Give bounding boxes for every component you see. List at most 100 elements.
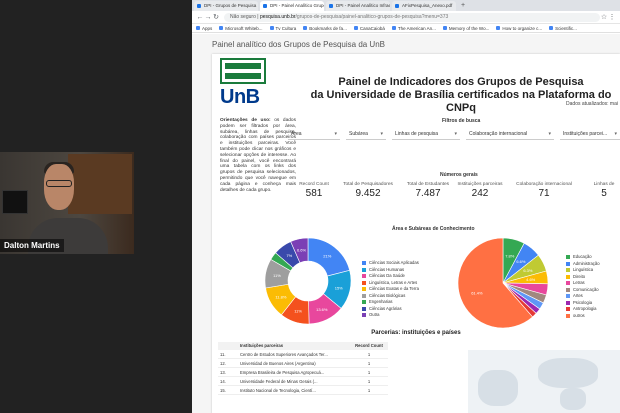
metric-card: Total de Estudantes 7.487 [398, 182, 458, 199]
area-donut-chart[interactable]: 21% 15% 13.6% 11% 11.8% 11% 7% 6.6% [256, 236, 360, 326]
dashboard-title: Painel de Indicadores dos Grupos de Pesq… [302, 76, 620, 115]
areas-title: Área e Subáreas de Conhecimento [392, 226, 475, 232]
table-cell: 15. [220, 388, 226, 393]
browser-tab-label: DPI - Painel Analítico Infraestr... [336, 3, 390, 8]
browser-tab[interactable]: DPI - Painel Analítico Grupos ... [260, 1, 324, 11]
table-row[interactable]: 13. Empresa Brasileira de Pesquisa Agrope… [218, 368, 388, 377]
metric-value: 7.487 [415, 188, 441, 199]
bookmark-item[interactable]: Bookmarks de fa... [303, 26, 347, 31]
column-header[interactable]: Record Count [350, 342, 388, 350]
legend-swatch [566, 307, 570, 312]
table-row[interactable]: 12. Universidad de Buenos Aires (Argentin… [218, 359, 388, 368]
metric-value: 242 [471, 188, 489, 199]
table-row[interactable]: 14. Universidade Federal de Minas Gerais … [218, 377, 388, 386]
browser-tab[interactable]: AFixPesquisa_Anexo.pdf [392, 1, 456, 11]
table-row[interactable]: 15. Instituto Nacional de Tecnologia, Cie… [218, 386, 388, 395]
slice-label: 6.6% [516, 259, 526, 264]
subarea-pie-chart[interactable]: 7.8%6.6% 6.3% 4.6% 61.4% [448, 236, 558, 330]
person-head [44, 164, 74, 210]
column-header[interactable] [218, 342, 240, 350]
bookmark-item[interactable]: Scientific... [549, 26, 577, 31]
favicon-icon [263, 4, 267, 8]
bookmark-item[interactable]: Memory of the Wo... [442, 26, 489, 31]
legend-swatch [566, 268, 570, 273]
bookmark-item[interactable]: CanaCaiobá [353, 26, 385, 31]
metric-card: Instituições parceiras 242 [450, 182, 510, 199]
filters-title: Filtros de busca [442, 118, 481, 124]
slice-label: 7.8% [505, 253, 515, 258]
slice-label: 11% [273, 273, 281, 278]
bookmark-item[interactable]: The American An... [391, 26, 436, 31]
page-content: Painel analítico dos Grupos de Pesquisa … [192, 34, 620, 413]
table-cell: 1 [367, 379, 371, 384]
filter-dropdown[interactable]: Subárea ▾ [346, 128, 386, 140]
slice-label: 11% [294, 308, 302, 313]
url-path: /grupos-de-pesquisa/painel-analitico-gru… [295, 13, 449, 20]
filter-dropdown[interactable]: Linhas de pesquisa ▾ [392, 128, 460, 140]
legend-swatch [566, 261, 570, 266]
legend-item[interactable]: outros [566, 313, 600, 320]
legend-item[interactable]: Outra [362, 312, 419, 319]
browser-tab[interactable]: DPI - Painel Analítico Infraestr... [326, 1, 390, 11]
bookmark-label: Scientific... [555, 25, 577, 31]
bookmark-item[interactable]: Microsoft Whiteb... [219, 26, 263, 31]
filter-label: Área [291, 131, 302, 137]
chevron-down-icon: ▾ [454, 131, 457, 137]
security-status: Não seguro [230, 13, 256, 20]
legend-swatch [362, 293, 366, 298]
bookshelf [68, 154, 132, 214]
bookmark-item[interactable]: Apps [196, 26, 212, 31]
bookmark-icon [303, 26, 308, 30]
column-header[interactable]: Instituições parceiras [240, 342, 350, 350]
chevron-down-icon: ▾ [334, 131, 337, 137]
metrics-title: Números gerais [440, 172, 478, 178]
metric-label: Linhas de [593, 182, 615, 187]
bookmark-icon [549, 26, 554, 30]
filter-dropdown[interactable]: Área ▾ [288, 128, 340, 140]
browser-tab[interactable]: DPI - Grupos de Pesquisa [194, 1, 258, 11]
bookmark-icon [196, 26, 200, 30]
dashboard-report: UnB Orientações de uso: os dados podem s… [212, 54, 620, 413]
unb-logo: UnB [220, 58, 266, 114]
menu-icon[interactable]: ⋮ [608, 13, 616, 21]
table-cell: 13. [220, 370, 226, 375]
forward-icon[interactable]: → [204, 14, 212, 21]
map-landmass [478, 370, 518, 406]
new-tab-button[interactable]: + [458, 1, 465, 11]
slice-label: 61.4% [471, 290, 483, 295]
filter-label: Linhas de pesquisa [395, 131, 439, 137]
filter-dropdown[interactable]: Colaboração internacional ▾ [466, 128, 554, 140]
back-icon[interactable]: ← [196, 14, 204, 21]
reload-icon[interactable]: ↻ [212, 13, 220, 21]
chevron-down-icon: ▾ [380, 131, 383, 137]
table-cell: 11. [220, 352, 226, 357]
bookmark-icon [269, 26, 274, 30]
bookmark-item[interactable]: How to organize c... [496, 26, 542, 31]
star-icon[interactable]: ☆ [600, 13, 608, 21]
legend-swatch [566, 313, 570, 318]
favicon-icon [395, 4, 399, 8]
table-row[interactable]: 11. Centro de Estudos Superiores Avançado… [218, 350, 388, 359]
url-field[interactable]: Não seguro | pesquisa.unb.br/grupos-de-p… [224, 12, 600, 22]
map-landmass [560, 388, 586, 410]
bookmark-item[interactable]: Tv Cultura [269, 26, 296, 31]
dashboard-title-line1: Painel de Indicadores dos Grupos de Pesq… [338, 76, 584, 88]
table-cell: Empresa Brasileira de Pesquisa Agropecuá… [240, 370, 325, 375]
metric-value: 9.452 [355, 188, 381, 199]
filter-dropdown[interactable]: Instituições parcei... ▾ [560, 128, 620, 140]
legend-swatch [566, 274, 570, 279]
countries-map[interactable] [468, 350, 620, 413]
background-monitor [2, 190, 28, 214]
browser-tab-label: DPI - Grupos de Pesquisa [204, 3, 257, 8]
chevron-down-icon: ▾ [548, 131, 551, 137]
metric-label: Instituições parceiras [457, 182, 503, 187]
metric-card: Total de Pesquisadores 9.452 [338, 182, 398, 199]
favicon-icon [197, 4, 201, 8]
participant-name: Dalton Martins [0, 239, 64, 252]
url-host: pesquisa.unb.br [259, 13, 296, 20]
table-cell: 12. [220, 361, 226, 366]
legend-swatch [362, 261, 366, 266]
metric-label: Total de Estudantes [406, 182, 450, 187]
metric-card: Colaboração internacional 71 [514, 182, 574, 199]
chevron-down-icon: ▾ [614, 131, 617, 137]
